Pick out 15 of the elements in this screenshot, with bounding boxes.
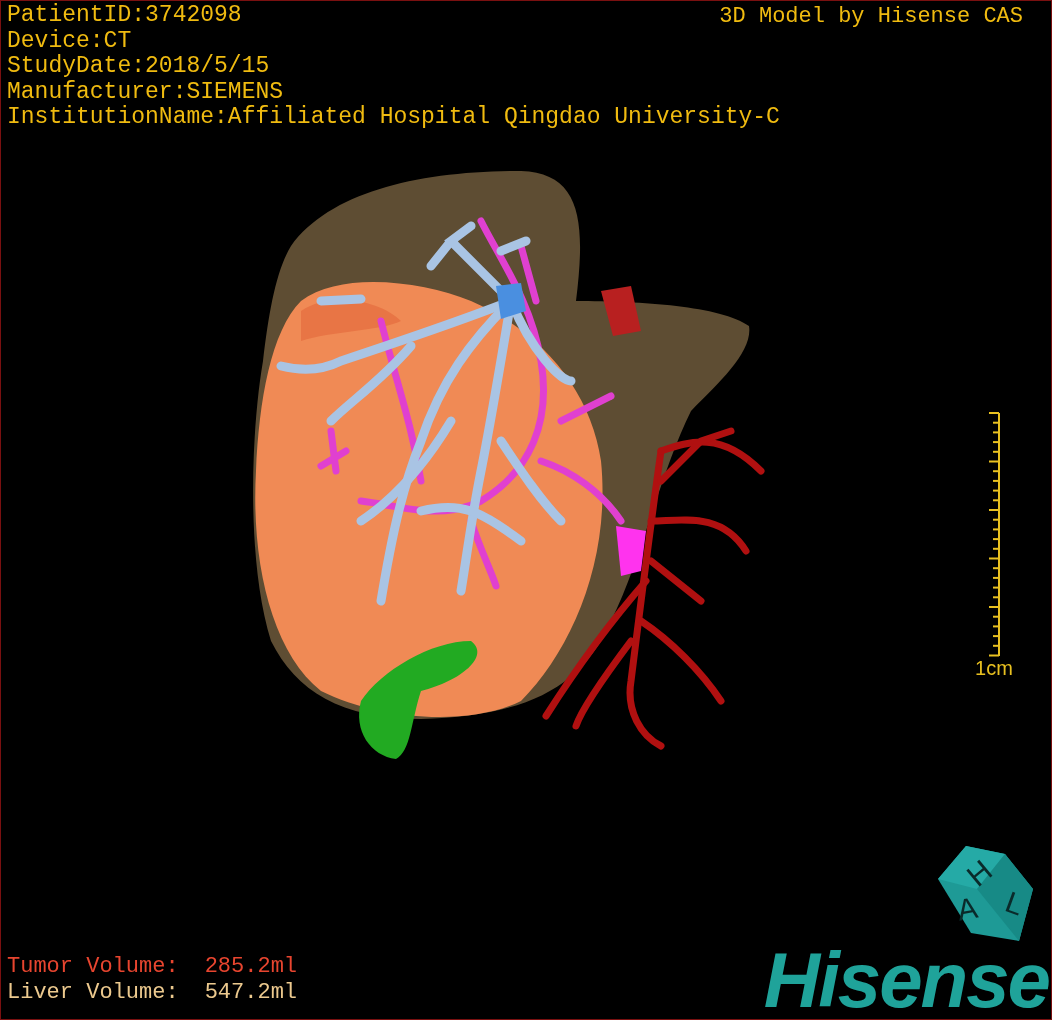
patient-info-text: Device:CT [7,28,132,54]
cube-face-label: H [960,853,999,893]
patient-info-text: InstitutionName:Affiliated Hospital Qingdao University-C [7,105,780,131]
brand-logo: Hisense [763,943,1049,1017]
patient-info-text: Manufacturer:SIEMENS [7,79,284,105]
cube-face-label: A [954,890,980,927]
volume-label: Tumor Volume: [7,954,179,980]
volume-value: 547.2ml [204,980,298,1006]
patient-info-text: PatientID:3742098 [7,3,242,29]
scale-label: 1cm [975,657,1013,679]
volume-value: 285.2ml [204,954,298,980]
cube-face-label: L [1001,884,1029,922]
patient-info-text: StudyDate:2018/5/15 [7,54,270,80]
volume-label: Liver Volume: [7,980,179,1006]
model-credit-text: 3D Model by Hisense CAS [719,4,1023,29]
